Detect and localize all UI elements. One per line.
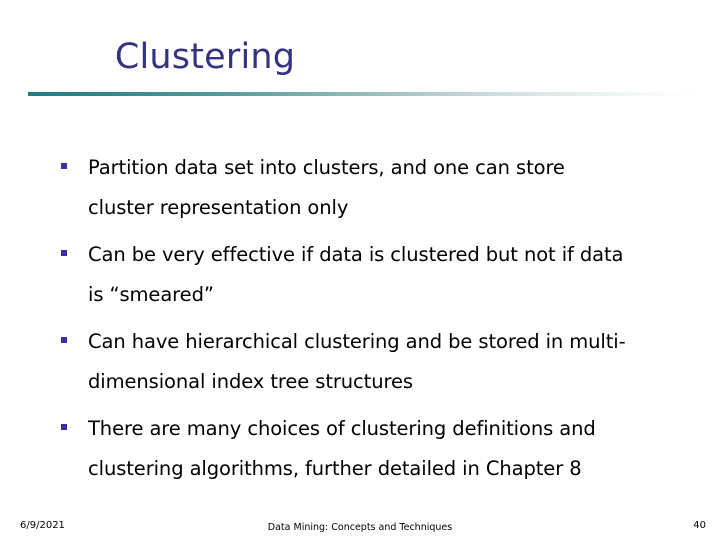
- list-item: Can have hierarchical clustering and be …: [55, 322, 695, 402]
- list-item: Can be very effective if data is cluster…: [55, 235, 695, 315]
- bullet-list: Partition data set into clusters, and on…: [55, 148, 695, 496]
- square-bullet-icon: [61, 163, 67, 169]
- square-bullet-icon: [61, 337, 67, 343]
- square-bullet-icon: [61, 250, 67, 256]
- list-item-text: There are many choices of clustering def…: [88, 417, 596, 480]
- footer-page-number: 40: [693, 520, 706, 531]
- list-item-text: Partition data set into clusters, and on…: [88, 156, 565, 219]
- page-title: Clustering: [114, 37, 296, 77]
- list-item-text: Can be very effective if data is cluster…: [88, 243, 624, 306]
- list-item-text: Can have hierarchical clustering and be …: [88, 330, 626, 393]
- square-bullet-icon: [61, 424, 67, 430]
- list-item: There are many choices of clustering def…: [55, 409, 695, 489]
- title-divider-rule: [28, 92, 700, 96]
- list-item: Partition data set into clusters, and on…: [55, 148, 695, 228]
- footer-title: Data Mining: Concepts and Techniques: [267, 522, 453, 533]
- slide: Clustering Partition data set into clust…: [0, 0, 720, 540]
